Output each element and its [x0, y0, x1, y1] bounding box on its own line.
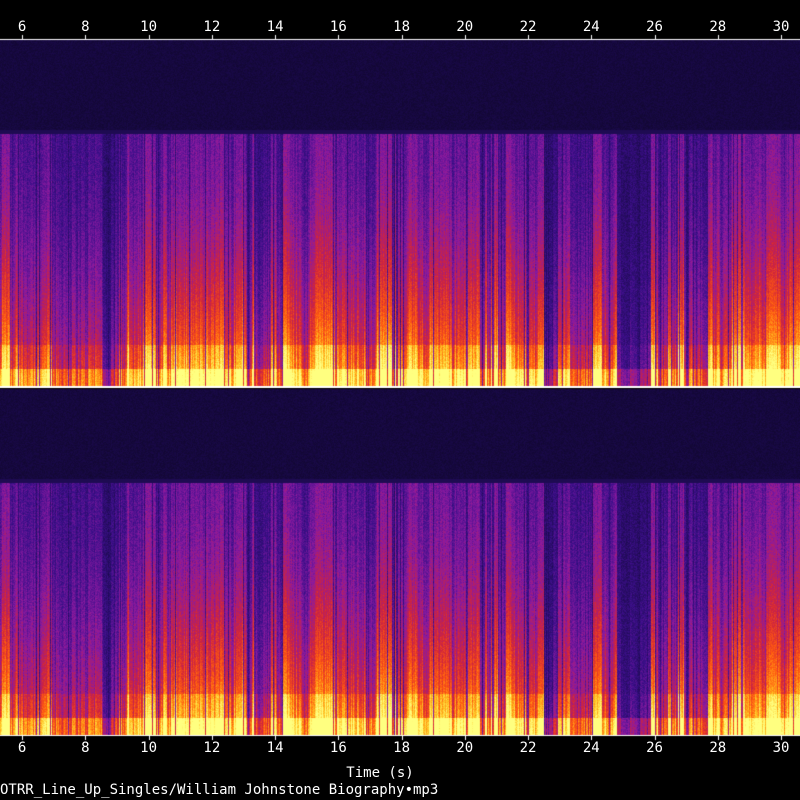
top-tick-label-28: 28: [709, 19, 727, 35]
bottom-tick-label-6: 6: [17, 740, 27, 756]
bottom-tick-label-26: 26: [646, 740, 663, 756]
top-tick-label-18: 18: [393, 19, 411, 35]
spectrogram-canvas: [0, 0, 800, 800]
top-tick-label-26: 26: [646, 19, 663, 35]
top-tick-label-24: 24: [582, 19, 600, 35]
bottom-tick-label-28: 28: [709, 740, 727, 756]
bottom-tick-label-14: 14: [266, 740, 284, 756]
top-tick-label-12: 12: [203, 19, 221, 35]
top-tick-label-14: 14: [266, 19, 284, 35]
top-tick-label-30: 30: [772, 19, 790, 35]
top-tick-label-8: 8: [81, 19, 90, 35]
bottom-tick-label-24: 24: [582, 740, 600, 756]
bottom-tick-label-18: 18: [393, 740, 411, 756]
top-tick-label-10: 10: [140, 19, 158, 35]
top-tick-label-20: 20: [456, 19, 474, 35]
top-tick-label-22: 22: [519, 19, 537, 35]
bottom-tick-label-20: 20: [456, 740, 474, 756]
top-tick-label-16: 16: [329, 19, 347, 35]
x-axis-label: Time (s): [346, 765, 414, 781]
bottom-tick-label-30: 30: [772, 740, 790, 756]
bottom-tick-label-10: 10: [140, 740, 158, 756]
bottom-tick-label-22: 22: [519, 740, 537, 756]
top-tick-label-6: 6: [17, 19, 27, 35]
file-name-label: OTRR_Line_Up_Singles/William Johnstone B…: [0, 782, 439, 798]
bottom-tick-label-16: 16: [329, 740, 347, 756]
bottom-tick-label-12: 12: [203, 740, 221, 756]
bottom-tick-label-8: 8: [81, 740, 90, 756]
